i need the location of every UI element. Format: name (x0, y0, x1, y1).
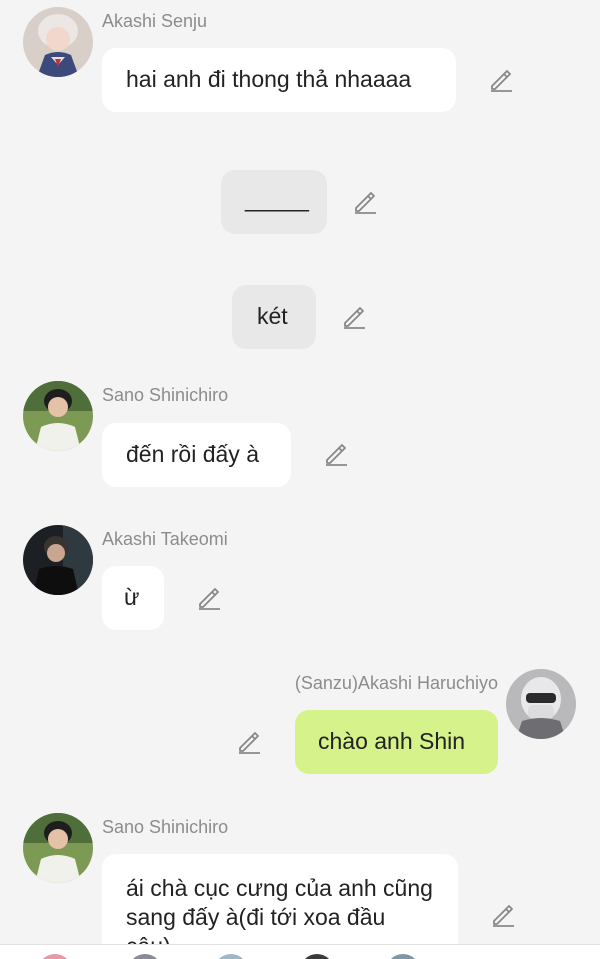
character-avatar[interactable] (214, 954, 248, 959)
message-text: ái chà cục cưng của anh cũng sang đấy à(… (126, 875, 433, 944)
sender-name: Akashi Senju (102, 11, 208, 31)
own-message-bubble[interactable]: chào anh Shin (295, 710, 498, 774)
sender-name: Sano Shinichiro (102, 817, 229, 837)
pencil-icon[interactable] (490, 902, 516, 928)
message-bubble[interactable]: ái chà cục cưng của anh cũng sang đấy à(… (102, 854, 458, 944)
message-bubble[interactable]: ừ (102, 566, 164, 630)
avatar-sano-shinichiro[interactable] (23, 381, 93, 451)
character-avatar[interactable] (386, 954, 420, 959)
sender-name: (Sanzu)Akashi Haruchiyo (294, 673, 498, 693)
system-message-bubble[interactable]: két (232, 285, 316, 349)
avatar-sano-shinichiro[interactable] (23, 813, 93, 883)
avatar-akashi-takeomi[interactable] (23, 525, 93, 595)
avatar-akashi-senju[interactable] (23, 7, 93, 77)
message-text: _____ (245, 186, 309, 212)
pencil-icon[interactable] (352, 189, 378, 215)
pencil-icon[interactable] (236, 729, 262, 755)
character-avatar[interactable] (128, 954, 162, 959)
system-message-bubble[interactable]: _____ (221, 170, 327, 234)
message-bubble[interactable]: đến rồi đấy à (102, 423, 291, 487)
character-avatar[interactable] (300, 954, 334, 959)
pencil-icon[interactable] (196, 585, 222, 611)
avatar-akashi-haruchiyo[interactable] (506, 669, 576, 739)
character-selector-bar[interactable] (0, 944, 600, 959)
message-text: hai anh đi thong thả nhaaaa (126, 66, 412, 92)
sender-name: Sano Shinichiro (102, 385, 229, 405)
character-avatar[interactable] (38, 954, 72, 959)
message-text: chào anh Shin (318, 728, 466, 754)
message-text: đến rồi đấy à (126, 441, 259, 467)
message-bubble[interactable]: hai anh đi thong thả nhaaaa (102, 48, 456, 112)
chat-area[interactable]: Akashi Senju hai anh đi thong thả nhaaaa… (0, 0, 600, 944)
pencil-icon[interactable] (323, 441, 349, 467)
pencil-icon[interactable] (488, 67, 514, 93)
message-text: két (257, 303, 288, 329)
sender-name: Akashi Takeomi (102, 529, 228, 549)
pencil-icon[interactable] (341, 304, 367, 330)
message-text: ừ (124, 584, 140, 610)
